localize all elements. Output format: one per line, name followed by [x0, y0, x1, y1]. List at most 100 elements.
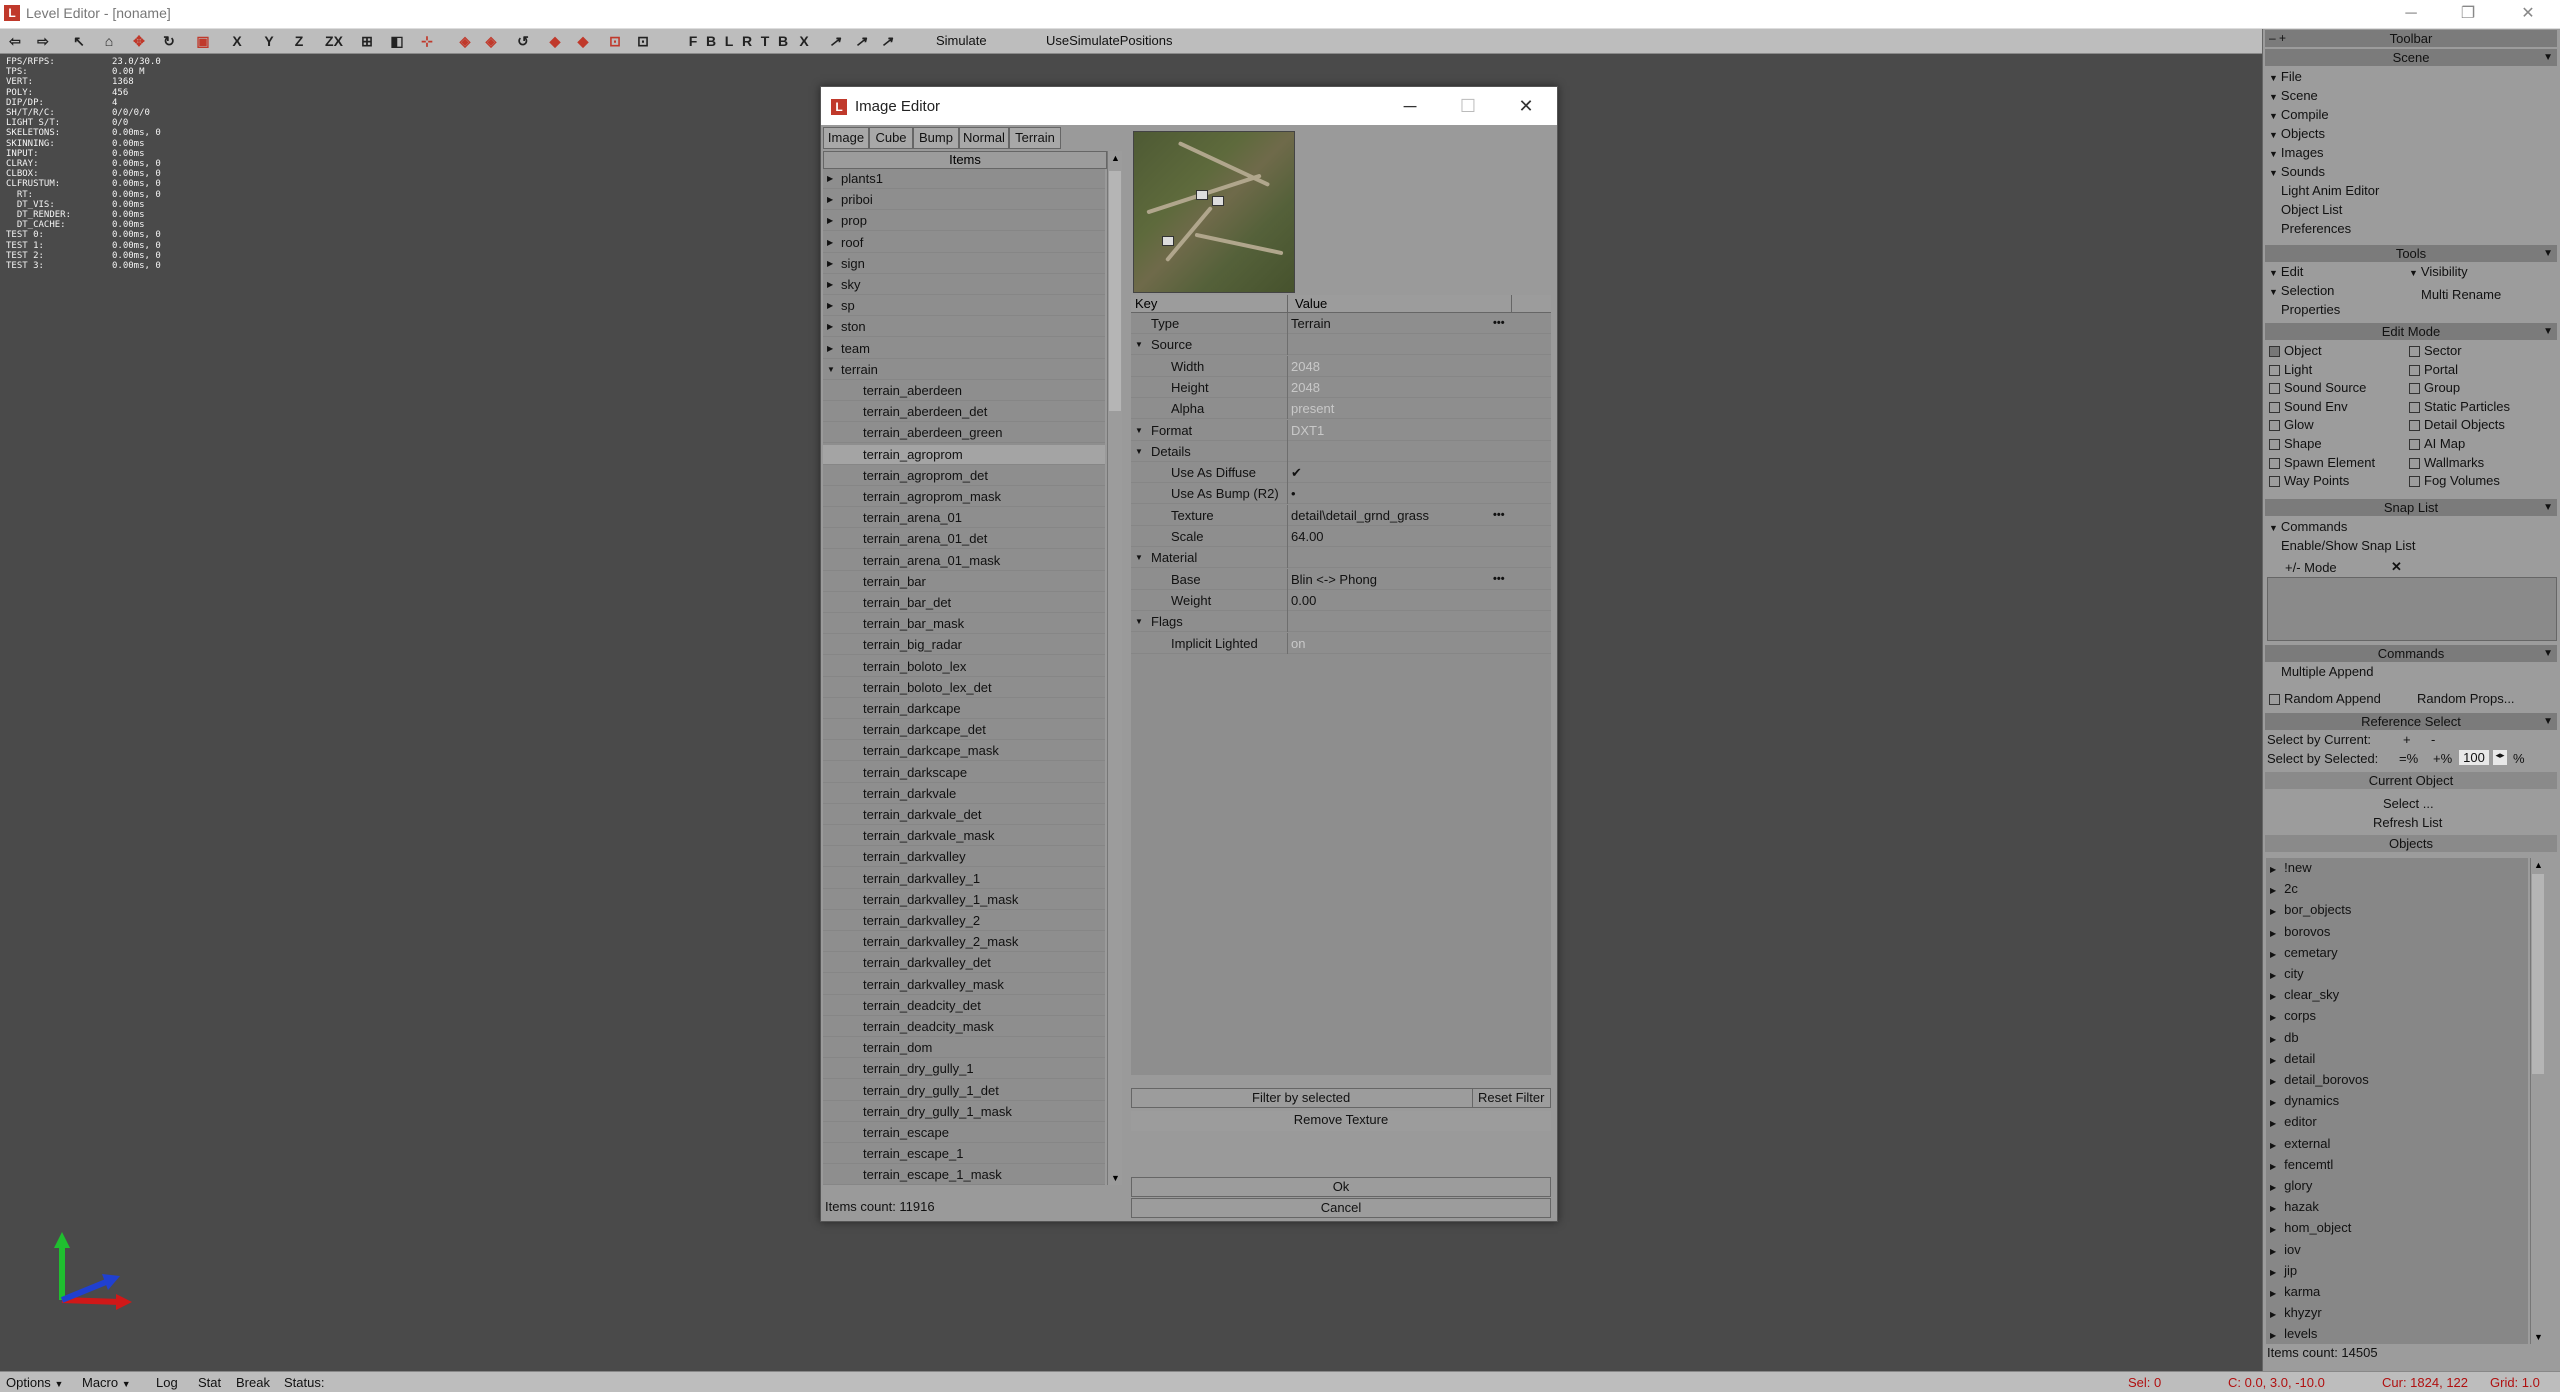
remove-texture-button[interactable]: Remove Texture [1131, 1111, 1551, 1131]
expand-arrow-icon[interactable]: ▶ [827, 296, 833, 316]
expand-arrow-icon[interactable]: ▶ [2270, 929, 2276, 938]
tools-edit[interactable]: ▼ Edit [2269, 264, 2303, 279]
edit-mode-option[interactable]: Sector [2409, 343, 2462, 358]
group-collapse-icon[interactable]: ▼ [1135, 611, 1143, 632]
scene-menu-item[interactable]: ▼ Sounds [2269, 164, 2325, 179]
multiple-append-button[interactable]: Multiple Append [2281, 664, 2374, 679]
object-folder[interactable]: ▶ editor [2270, 1114, 2317, 1129]
scene-link[interactable]: Light Anim Editor [2281, 183, 2379, 198]
scene-link[interactable]: Preferences [2281, 221, 2351, 236]
panel-pin-icon[interactable]: – + [2269, 30, 2286, 47]
axis-zx-button[interactable]: ZX [322, 32, 346, 50]
scroll-up-icon[interactable]: ▲ [1111, 153, 1120, 163]
expand-arrow-icon[interactable]: ▶ [827, 233, 833, 253]
tab-bump[interactable]: Bump [913, 127, 959, 149]
select-cursor-icon[interactable]: ↖ [70, 32, 88, 50]
checkbox[interactable] [2269, 346, 2280, 358]
checkbox[interactable] [2409, 346, 2420, 358]
properties-button[interactable]: Properties [2281, 302, 2340, 317]
edit-mode-option[interactable]: Light [2269, 362, 2312, 377]
tree-item[interactable]: ▶ sky [823, 275, 1105, 295]
edit-mode-option[interactable]: Glow [2269, 417, 2314, 432]
tree-item[interactable]: terrain_bar [823, 572, 1105, 592]
tree-item[interactable]: terrain_bar_mask [823, 614, 1105, 635]
tree-item[interactable]: terrain_escape [823, 1123, 1105, 1143]
axis-x-button[interactable]: X [228, 32, 246, 50]
use-simulate-positions-button[interactable]: UseSimulatePositions [1046, 33, 1172, 48]
property-row[interactable]: Texture detail\detail_grnd_grass ••• [1131, 504, 1551, 526]
expand-arrow-icon[interactable]: ▶ [2270, 1268, 2276, 1277]
snap-grid-icon[interactable]: ⊞ [358, 32, 376, 50]
object-folder[interactable]: ▶ jip [2270, 1263, 2297, 1278]
isometric-icon[interactable]: ↗ [852, 32, 870, 50]
scene-menu-item[interactable]: ▼ Images [2269, 145, 2324, 160]
tree-item[interactable]: terrain_darkvalley_1 [823, 869, 1105, 889]
select-current-minus-button[interactable]: - [2431, 732, 2435, 747]
tree-item[interactable]: ▶ sp [823, 296, 1105, 317]
edit-mode-option[interactable]: AI Map [2409, 436, 2465, 451]
tab-image[interactable]: Image [823, 127, 869, 149]
tree-item[interactable]: ▶ prop [823, 211, 1105, 232]
edit-mode-option[interactable]: Sound Env [2269, 399, 2348, 414]
items-scroll-thumb[interactable] [1109, 171, 1121, 411]
checkbox[interactable] [2269, 364, 2280, 376]
tree-item[interactable]: ▼ terrain [823, 360, 1105, 380]
expand-arrow-icon[interactable]: ▶ [2270, 950, 2276, 959]
edit-mode-header[interactable]: Edit Mode ▼ [2265, 323, 2557, 340]
view-bottom-button[interactable]: B [774, 32, 792, 50]
scroll-down-icon[interactable]: ▼ [1111, 1173, 1120, 1183]
tools-selection[interactable]: ▼ Selection [2269, 283, 2334, 298]
checkbox[interactable] [2269, 476, 2280, 488]
commands-header[interactable]: Commands ▼ [2265, 645, 2557, 662]
edit-mode-option[interactable]: Sound Source [2269, 380, 2366, 395]
expand-arrow-icon[interactable]: ▶ [827, 275, 833, 295]
property-row[interactable]: Base Blin <-> Phong ••• [1131, 568, 1551, 590]
view-reset-button[interactable]: X [795, 32, 813, 50]
group-collapse-icon[interactable]: ▼ [1135, 441, 1143, 462]
expand-arrow-icon[interactable]: ▶ [2270, 971, 2276, 980]
zoom-extents-icon[interactable]: ⊡ [606, 32, 624, 50]
object-folder[interactable]: ▶ detail [2270, 1051, 2315, 1066]
tree-item[interactable]: terrain_dry_gully_1_mask [823, 1102, 1105, 1122]
tree-item[interactable]: terrain_boloto_lex [823, 657, 1105, 677]
edit-mode-option[interactable]: Shape [2269, 436, 2322, 451]
tree-item[interactable]: terrain_darkvale_det [823, 805, 1105, 825]
objects-scroll-down-icon[interactable]: ▼ [2534, 1332, 2543, 1342]
property-row[interactable]: Height 2048 [1131, 376, 1551, 398]
object-folder[interactable]: ▶ fencemtl [2270, 1157, 2333, 1172]
object-folder[interactable]: ▶ karma [2270, 1284, 2320, 1299]
object-folder[interactable]: ▶ khyzyr [2270, 1305, 2322, 1320]
filter-by-selected-button[interactable]: Filter by selected [1252, 1089, 1350, 1107]
view-front-button[interactable]: F [684, 32, 702, 50]
tree-item[interactable]: terrain_agroprom [823, 444, 1105, 465]
object-folder[interactable]: ▶ cemetary [2270, 945, 2338, 960]
tree-item[interactable]: terrain_aberdeen [823, 381, 1105, 401]
options-menu[interactable]: Options ▼ [6, 1375, 63, 1390]
expand-arrow-icon[interactable]: ▶ [827, 190, 833, 210]
tree-item[interactable]: terrain_escape_1 [823, 1144, 1105, 1165]
checkbox[interactable] [2269, 420, 2280, 432]
object-folder[interactable]: ▶ glory [2270, 1178, 2312, 1193]
expand-arrow-icon[interactable]: ▶ [2270, 1162, 2276, 1171]
property-row[interactable]: ▼ Source [1131, 334, 1551, 356]
object-folder[interactable]: ▶ iov [2270, 1242, 2301, 1257]
tree-item[interactable]: terrain_dry_gully_1_det [823, 1081, 1105, 1101]
multi-rename-button[interactable]: Multi Rename [2421, 287, 2501, 302]
log-button[interactable]: Log [156, 1375, 178, 1390]
object-folder[interactable]: ▶ db [2270, 1030, 2299, 1045]
expand-arrow-icon[interactable]: ▶ [2270, 1056, 2276, 1065]
object-folder[interactable]: ▶ !new [2270, 860, 2312, 875]
tree-item[interactable]: terrain_darkvalley_1_mask [823, 890, 1105, 910]
maximize-icon[interactable]: ❐ [2445, 0, 2491, 28]
property-row[interactable]: Use As Bump (R2) • [1131, 483, 1551, 505]
select-object-button[interactable]: Select ... [2383, 796, 2434, 811]
snap-angle-icon[interactable]: ◈ [456, 32, 474, 50]
property-row[interactable]: Weight 0.00 [1131, 589, 1551, 611]
expand-arrow-icon[interactable]: ▶ [2270, 1077, 2276, 1086]
simulate-button[interactable]: Simulate [936, 33, 987, 48]
view-left-button[interactable]: L [720, 32, 738, 50]
tree-item[interactable]: terrain_escape_1_mask [823, 1165, 1105, 1185]
object-folder[interactable]: ▶ city [2270, 966, 2304, 981]
tree-item[interactable]: ▶ sign [823, 254, 1105, 274]
object-folder[interactable]: ▶ bor_objects [2270, 902, 2351, 917]
